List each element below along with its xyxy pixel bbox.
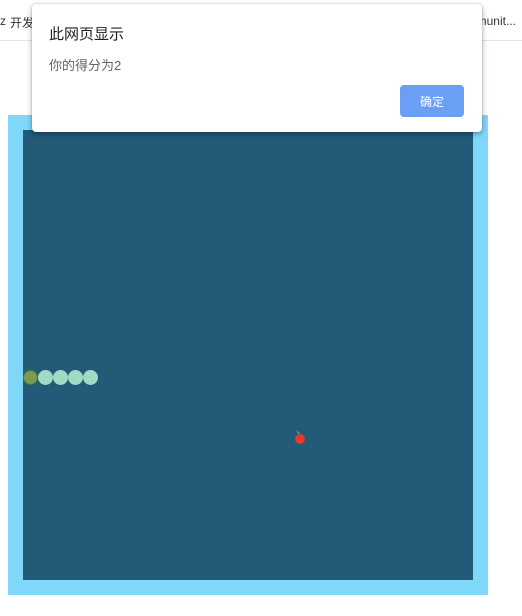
alert-dialog: 此网页显示 你的得分为2 确定 <box>32 4 482 132</box>
snake-segment <box>53 370 68 385</box>
snake-segment <box>68 370 83 385</box>
snake-head <box>23 370 38 385</box>
bookmark-prefix: z <box>0 14 6 28</box>
apple-icon <box>295 430 305 444</box>
bookmark-label-munit: munit... <box>476 14 516 28</box>
bookmark-item-munit[interactable]: munit... <box>477 14 516 28</box>
bookmark-label-dev: 开发 <box>10 16 35 30</box>
game-field <box>23 130 473 580</box>
snake-segment <box>38 370 53 385</box>
dialog-message: 你的得分为2 <box>49 58 122 73</box>
bookmark-item-dev[interactable]: z 开发 <box>0 14 34 31</box>
ok-button[interactable]: 确定 <box>400 85 464 117</box>
dialog-title: 此网页显示 <box>49 26 125 43</box>
snake-segment <box>83 370 98 385</box>
